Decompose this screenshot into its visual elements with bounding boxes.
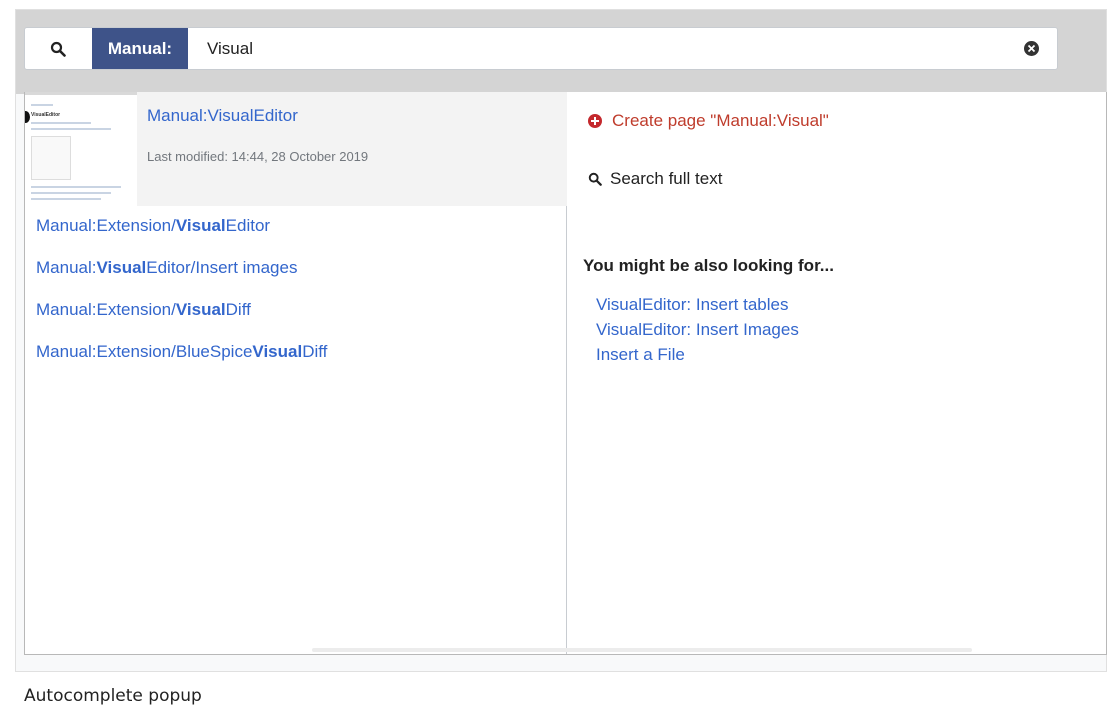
search-input[interactable] [207,28,1007,69]
search-icon [50,41,66,57]
search-full-text-link[interactable]: Search full text [588,169,722,189]
namespace-badge: Manual: [92,28,188,69]
results-pane: VisualEditor Manual:VisualEditor Last mo… [25,92,567,654]
page-thumbnail: VisualEditor [25,92,137,206]
thumbnail-title: VisualEditor [31,112,61,118]
actions-pane: Create page "Manual:Visual" Search full … [568,92,1107,654]
top-result[interactable]: VisualEditor Manual:VisualEditor Last mo… [25,92,567,206]
create-page-label: Create page "Manual:Visual" [612,111,829,130]
create-page-link[interactable]: Create page "Manual:Visual" [588,111,829,131]
search-button[interactable] [25,28,91,69]
plus-circle-icon [588,114,602,128]
result-item[interactable]: Manual:VisualEditor/Insert images [36,258,297,278]
related-links: VisualEditor: Insert tables VisualEditor… [596,292,799,367]
search-full-text-label: Search full text [610,169,723,188]
horizontal-scrollbar[interactable] [312,648,972,652]
clear-search-button[interactable] [1024,41,1039,56]
image-caption: Autocomplete popup [24,686,202,706]
result-item[interactable]: Manual:Extension/VisualEditor [36,216,270,236]
clear-icon [1027,44,1036,53]
related-link[interactable]: VisualEditor: Insert tables [596,292,799,317]
search-bar: Manual: [24,27,1058,70]
result-item[interactable]: Manual:Extension/VisualDiff [36,300,251,320]
autocomplete-popup: VisualEditor Manual:VisualEditor Last mo… [24,92,1107,655]
search-icon [588,172,602,186]
top-result-title[interactable]: Manual:VisualEditor [147,106,298,126]
result-item[interactable]: Manual:Extension/BlueSpiceVisualDiff [36,342,327,362]
top-result-last-modified: Last modified: 14:44, 28 October 2019 [147,149,369,164]
screenshot-frame: Manual: VisualEditor [15,9,1107,672]
related-heading: You might be also looking for... [583,256,834,275]
related-link[interactable]: Insert a File [596,342,799,367]
related-link[interactable]: VisualEditor: Insert Images [596,317,799,342]
